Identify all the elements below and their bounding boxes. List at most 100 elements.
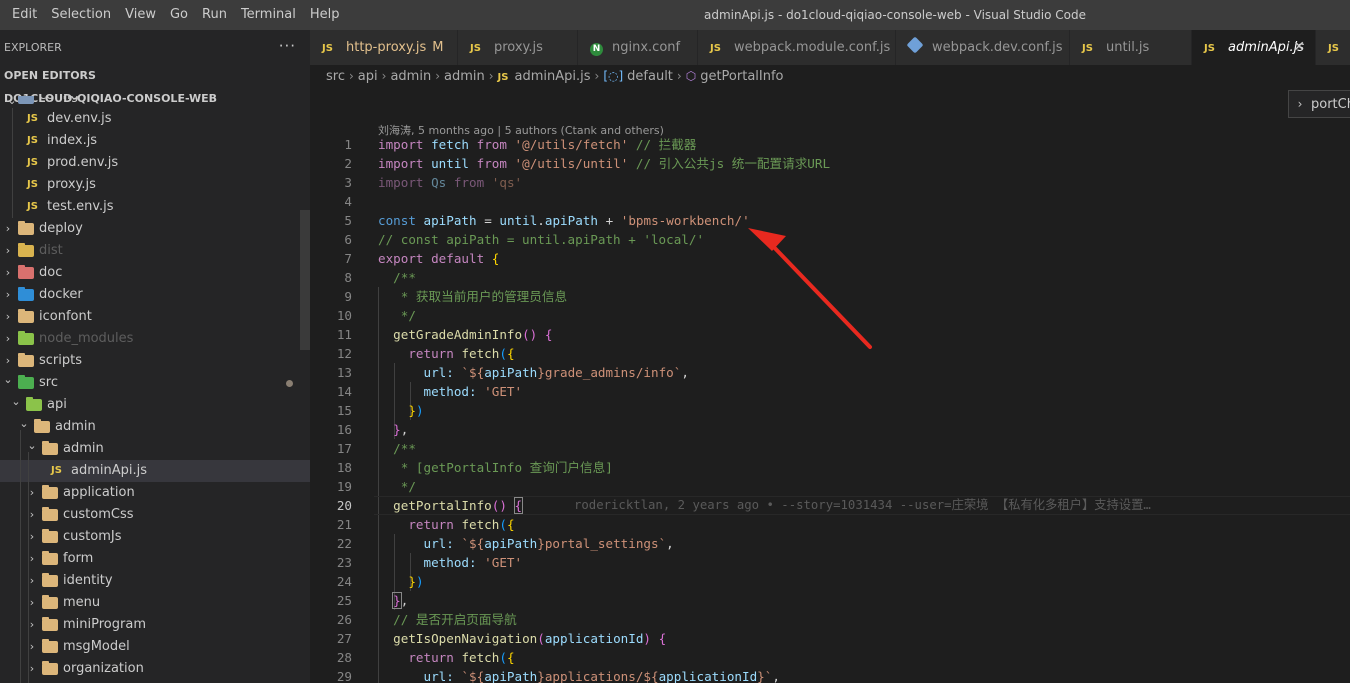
tree-item-prod-env[interactable]: JS prod.env.js	[0, 152, 310, 174]
breadcrumb-api[interactable]: api	[358, 69, 378, 84]
code-line: 1 import fetch from '@/utils/fetch' // 拦截…	[344, 137, 697, 152]
title-bar: Edit Selection View Go Run Terminal Help…	[0, 0, 1350, 30]
chevron-down-icon: ⌄	[3, 373, 13, 386]
tree-item-config[interactable]: ⌄ config	[0, 96, 310, 108]
code-line: 19 */	[336, 479, 416, 494]
folder-icon	[18, 221, 34, 235]
breadcrumb-admin-sub[interactable]: admin	[444, 69, 485, 84]
git-blame-inline: rodericktlan, 2 years ago • --story=1031…	[574, 498, 1151, 512]
breadcrumb-method[interactable]: getPortalInfo	[700, 69, 783, 84]
menu-selection[interactable]: Selection	[44, 0, 118, 30]
js-file-icon: JS	[1204, 43, 1215, 54]
code-line: 29 url: `${apiPath}applications/${applic…	[336, 669, 780, 683]
breadcrumb-file[interactable]: adminApi.js	[514, 69, 590, 84]
tree-item-node-modules[interactable]: › node_modules	[0, 328, 310, 350]
open-editors-section[interactable]: OPEN EDITORS	[0, 65, 310, 87]
tree-item-index[interactable]: JS index.js	[0, 130, 310, 152]
tab-overflow[interactable]: JS	[1316, 30, 1350, 65]
tree-item-iconfont[interactable]: › iconfont	[0, 306, 310, 328]
tab-bar: JS http-proxy.js M JS proxy.js Nnginx.conf …	[310, 30, 1350, 65]
folder-icon	[42, 507, 58, 521]
code-line: 3 import Qs from 'qs'	[344, 175, 523, 190]
code-line: 26 // 是否开启页面导航	[336, 612, 517, 627]
close-icon[interactable]: ✕	[1293, 30, 1305, 65]
folder-icon	[42, 595, 58, 609]
menu-view[interactable]: View	[118, 0, 163, 30]
tab-webpack-dev[interactable]: webpack.dev.conf.js	[896, 30, 1070, 65]
js-file-icon: JS	[27, 113, 38, 124]
tree-item-admin[interactable]: ⌄ admin	[0, 416, 310, 438]
code-line: 11 getGradeAdminInfo() {	[336, 327, 553, 342]
chevron-right-icon: ›	[5, 332, 11, 345]
menu-terminal[interactable]: Terminal	[234, 0, 303, 30]
chevron-right-icon: ›	[1297, 97, 1303, 111]
more-actions-icon[interactable]: ···	[279, 30, 296, 63]
menu-help[interactable]: Help	[303, 0, 347, 30]
tree-item-application[interactable]: › application	[0, 482, 310, 504]
tab-http-proxy[interactable]: JS http-proxy.js M	[310, 30, 458, 65]
folder-icon	[42, 551, 58, 565]
explorer-title: EXPLORER	[4, 41, 62, 54]
folder-src-icon	[18, 375, 34, 389]
explorer-header: EXPLORER ···	[0, 30, 310, 65]
tree-item-menu[interactable]: › menu	[0, 592, 310, 614]
tree-item-scripts[interactable]: › scripts	[0, 350, 310, 372]
chevron-right-icon: ›	[435, 69, 440, 83]
sidebar-scrollbar[interactable]	[300, 210, 310, 350]
js-file-icon: JS	[1082, 43, 1093, 54]
tree-item-src[interactable]: ⌄ src	[0, 372, 310, 394]
tree-item-adminapi[interactable]: JS adminApi.js	[0, 460, 310, 482]
tree-item-msgmodel[interactable]: › msgModel	[0, 636, 310, 658]
tree-item-admin-sub[interactable]: ⌄ admin	[0, 438, 310, 460]
code-line: 7 export default {	[344, 251, 500, 266]
js-file-icon: JS	[497, 72, 509, 83]
folder-api-icon	[26, 397, 42, 411]
tree-item-dist[interactable]: › dist	[0, 240, 310, 262]
window-title: adminApi.js - do1cloud-qiqiao-console-we…	[703, 8, 1087, 22]
webpack-icon	[906, 31, 932, 65]
indent-guide	[12, 108, 13, 218]
tab-nginx[interactable]: Nnginx.conf	[578, 30, 698, 65]
js-file-icon: JS	[27, 157, 38, 168]
code-line: 5 const apiPath = until.apiPath + 'bpms-w…	[344, 213, 750, 228]
tab-webpack-module[interactable]: JS webpack.module.conf.js	[698, 30, 896, 65]
code-line-current: 20 getPortalInfo() {rodericktlan, 2 year…	[310, 496, 1350, 515]
tree-item-proxy[interactable]: JS proxy.js	[0, 174, 310, 196]
tree-item-doc[interactable]: › doc	[0, 262, 310, 284]
tree-item-test-env[interactable]: JS test.env.js	[0, 196, 310, 218]
js-file-icon: JS	[322, 43, 333, 54]
tree-item-customcss[interactable]: › customCss	[0, 504, 310, 526]
tab-proxy[interactable]: JS proxy.js	[458, 30, 578, 65]
menu-go[interactable]: Go	[163, 0, 195, 30]
code-line: 4	[344, 194, 352, 209]
tab-adminapi[interactable]: JS adminApi.js ✕	[1192, 30, 1316, 65]
folder-open-icon	[34, 419, 50, 433]
folder-icon	[42, 573, 58, 587]
menu-run[interactable]: Run	[195, 0, 234, 30]
breadcrumb-src[interactable]: src	[326, 69, 345, 84]
tree-item-form[interactable]: › form	[0, 548, 310, 570]
chevron-down-icon: ⌄	[7, 96, 17, 107]
breadcrumb-default[interactable]: default	[627, 69, 673, 84]
folder-docker-icon	[18, 287, 34, 301]
file-tree: ⌄ config JS dev.env.js JS index.js JS pr…	[0, 96, 310, 680]
code-line: 12 return fetch({	[336, 346, 515, 361]
breadcrumb-admin[interactable]: admin	[390, 69, 431, 84]
sticky-outline-widget[interactable]: ›portCh	[1288, 90, 1350, 118]
chevron-right-icon: ›	[5, 266, 11, 279]
code-view[interactable]: 1 import fetch from '@/utils/fetch' // 拦截…	[310, 135, 1350, 683]
tree-item-customjs[interactable]: › customJs	[0, 526, 310, 548]
tab-until[interactable]: JS until.js	[1070, 30, 1192, 65]
tree-item-organization[interactable]: › organization	[0, 658, 310, 680]
menu-edit[interactable]: Edit	[5, 0, 44, 30]
code-line: 21 return fetch({	[336, 517, 515, 532]
tree-item-api[interactable]: ⌄ api	[0, 394, 310, 416]
tree-item-dev-env[interactable]: JS dev.env.js	[0, 108, 310, 130]
tree-item-identity[interactable]: › identity	[0, 570, 310, 592]
chevron-right-icon: ›	[5, 310, 11, 323]
tree-item-docker[interactable]: › docker	[0, 284, 310, 306]
tree-item-miniprogram[interactable]: › miniProgram	[0, 614, 310, 636]
code-line: 23 method: 'GET'	[336, 555, 523, 570]
chevron-right-icon: ›	[594, 69, 600, 83]
tree-item-deploy[interactable]: › deploy	[0, 218, 310, 240]
